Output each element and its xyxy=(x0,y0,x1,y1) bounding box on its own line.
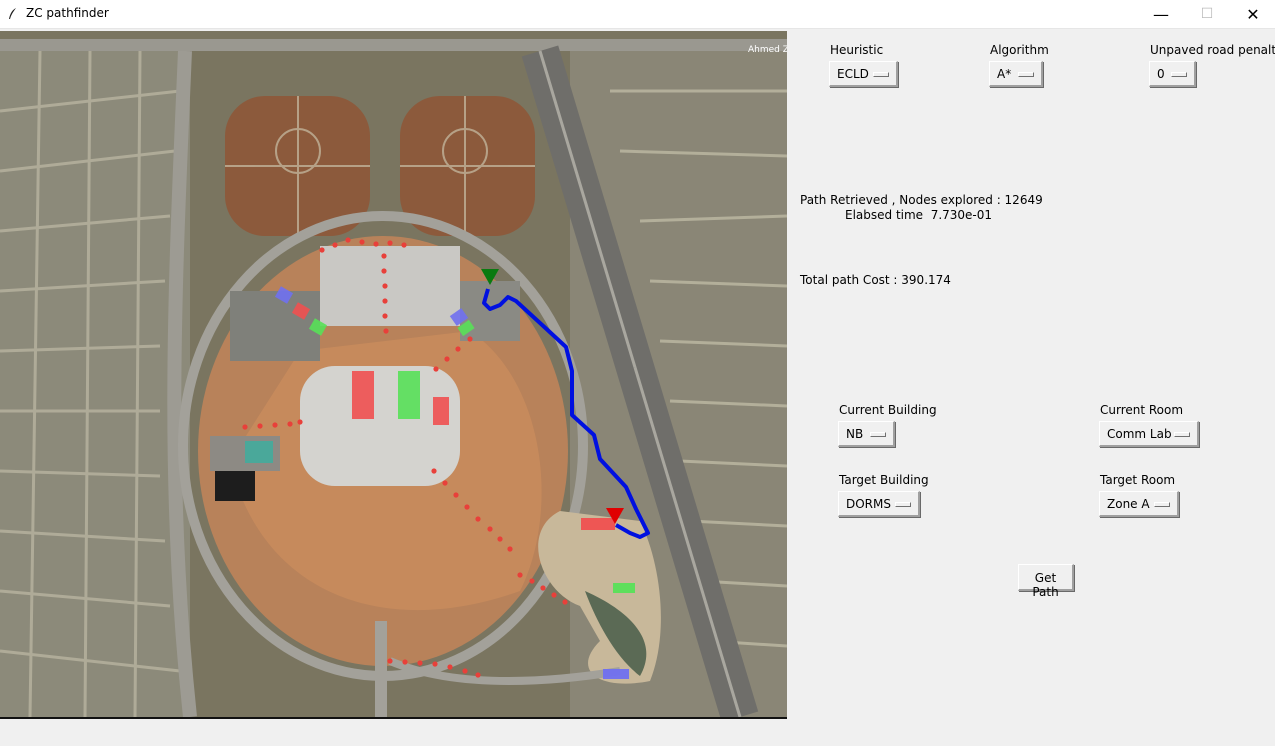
penalty-menu[interactable]: 0 xyxy=(1149,61,1196,87)
target-building-label: Target Building xyxy=(839,473,929,487)
title-bar: ZC pathfinder — ☐ ✕ xyxy=(0,0,1275,29)
dropdown-indicator-icon xyxy=(1018,72,1034,77)
current-room-value: Comm Lab xyxy=(1107,427,1172,441)
heuristic-label: Heuristic xyxy=(830,43,884,57)
target-building-value: DORMS xyxy=(846,497,891,511)
algorithm-menu[interactable]: A* xyxy=(989,61,1043,87)
target-room-value: Zone A xyxy=(1107,497,1150,511)
algorithm-value: A* xyxy=(997,67,1012,81)
minimize-button[interactable]: — xyxy=(1138,0,1184,28)
maximize-icon: ☐ xyxy=(1200,6,1214,22)
road-label: Ahmed Z xyxy=(748,45,787,55)
target-room-label: Target Room xyxy=(1100,473,1176,487)
status-elapsed-time: Elabsed time 7.730e-01 xyxy=(845,208,993,222)
dropdown-indicator-icon xyxy=(895,502,911,507)
heuristic-value: ECLD xyxy=(837,67,869,81)
current-room-label: Current Room xyxy=(1100,403,1184,417)
close-icon: ✕ xyxy=(1246,4,1260,24)
heuristic-menu[interactable]: ECLD xyxy=(829,61,898,87)
dropdown-indicator-icon xyxy=(873,72,889,77)
dropdown-indicator-icon xyxy=(1154,502,1170,507)
feather-icon xyxy=(9,8,16,19)
penalty-label: Unpaved road penalty xyxy=(1150,43,1275,57)
dropdown-indicator-icon xyxy=(1174,432,1190,437)
close-button[interactable]: ✕ xyxy=(1230,0,1275,28)
campus-map[interactable]: Ahmed Z xyxy=(0,31,787,719)
dropdown-indicator-icon xyxy=(1171,72,1187,77)
algorithm-label: Algorithm xyxy=(990,43,1049,57)
target-building-menu[interactable]: DORMS xyxy=(838,491,920,517)
current-building-value: NB xyxy=(846,427,864,441)
target-room-menu[interactable]: Zone A xyxy=(1099,491,1179,517)
penalty-value: 0 xyxy=(1157,67,1165,81)
get-path-button[interactable]: Get Path xyxy=(1018,564,1074,599)
current-building-label: Current Building xyxy=(839,403,937,417)
current-room-menu[interactable]: Comm Lab xyxy=(1099,421,1199,447)
maximize-button[interactable]: ☐ xyxy=(1184,0,1230,28)
status-total-cost: Total path Cost : 390.174 xyxy=(800,273,951,287)
dropdown-indicator-icon xyxy=(870,432,886,437)
current-building-menu[interactable]: NB xyxy=(838,421,895,447)
status-nodes-explored: Path Retrieved , Nodes explored : 12649 xyxy=(800,193,1043,207)
window-title: ZC pathfinder xyxy=(26,6,109,20)
minimize-icon: — xyxy=(1153,4,1169,24)
